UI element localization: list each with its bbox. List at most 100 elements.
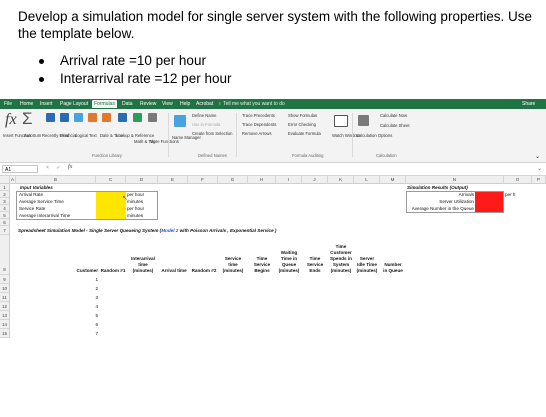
trace-precedents-button[interactable]: Trace Precedents xyxy=(242,113,275,118)
math-trig-icon[interactable] xyxy=(133,113,142,122)
customer-1[interactable]: 1 xyxy=(80,276,98,283)
tell-me-box[interactable]: ♀ Tell me what you want to do xyxy=(218,101,285,107)
tab-file[interactable]: File xyxy=(4,101,12,107)
ribbon: fx Σ Insert Function AutoSum Recently Us… xyxy=(0,109,546,163)
watch-window-icon[interactable] xyxy=(334,115,348,127)
text-button[interactable]: Text xyxy=(89,133,97,138)
group-separator xyxy=(236,113,237,157)
name-box[interactable]: A1 xyxy=(2,165,38,173)
row-header-13[interactable]: 13 xyxy=(0,311,10,320)
trace-dependents-button[interactable]: Trace Dependents xyxy=(242,122,276,127)
col-header-j[interactable]: J xyxy=(302,176,328,184)
row-header-11[interactable]: 11 xyxy=(0,293,10,302)
define-name-button[interactable]: Define Name xyxy=(192,113,216,118)
customer-7[interactable]: 7 xyxy=(80,330,98,337)
customer-5[interactable]: 5 xyxy=(80,312,98,319)
model-2-link[interactable]: Model 2 xyxy=(161,228,178,233)
row-header-4[interactable]: 4 xyxy=(0,205,10,212)
spreadsheet-grid[interactable]: A B C D E F G H I J K L M N O P 1 2 3 4 … xyxy=(0,176,546,417)
formula-bar: A1 × ✓ fx ⌄ xyxy=(0,163,546,176)
expand-formula-bar-icon[interactable]: ⌄ xyxy=(537,165,542,172)
show-formulas-button[interactable]: Show Formulas xyxy=(288,113,317,118)
col-header-f[interactable]: F xyxy=(188,176,218,184)
calculation-options-icon[interactable] xyxy=(358,115,369,126)
tab-acrobat[interactable]: Acrobat xyxy=(196,101,213,107)
tab-help[interactable]: Help xyxy=(180,101,190,107)
select-all-corner[interactable] xyxy=(0,176,10,184)
row-header-9[interactable]: 9 xyxy=(0,275,10,284)
row-header-3[interactable]: 3 xyxy=(0,198,10,205)
error-checking-button[interactable]: Error Checking xyxy=(288,122,316,127)
row-header-1[interactable]: 1 xyxy=(0,184,10,191)
autosum-icon[interactable]: Σ xyxy=(22,109,33,129)
instructions-text: Develop a simulation model for single se… xyxy=(18,9,532,41)
header-service-time-l3: (minutes) xyxy=(222,268,244,273)
col-header-l[interactable]: L xyxy=(354,176,380,184)
autosum-button[interactable]: AutoSum xyxy=(24,133,41,138)
col-header-h[interactable]: H xyxy=(248,176,276,184)
row-header-12[interactable]: 12 xyxy=(0,302,10,311)
use-in-formula-button[interactable]: Use in Formula xyxy=(192,122,220,127)
remove-arrows-button[interactable]: Remove Arrows xyxy=(242,131,272,136)
col-header-o[interactable]: O xyxy=(504,176,532,184)
tab-review[interactable]: Review xyxy=(140,101,156,107)
customer-6[interactable]: 6 xyxy=(80,321,98,328)
col-header-b[interactable]: B xyxy=(16,176,96,184)
logical-icon[interactable] xyxy=(74,113,83,122)
col-header-k[interactable]: K xyxy=(328,176,354,184)
customer-4[interactable]: 4 xyxy=(80,303,98,310)
customer-2[interactable]: 2 xyxy=(80,285,98,292)
row-header-2[interactable]: 2 xyxy=(0,191,10,198)
col-header-m[interactable]: M xyxy=(380,176,406,184)
name-manager-icon[interactable] xyxy=(174,115,186,127)
lookup-button[interactable]: Lookup & Reference xyxy=(116,133,154,138)
collapse-ribbon-icon[interactable]: ⌄ xyxy=(535,153,540,160)
col-header-p[interactable]: P xyxy=(532,176,546,184)
row-header-15[interactable]: 15 xyxy=(0,329,10,338)
tab-home[interactable]: Home xyxy=(20,101,33,107)
property-list: Arrival rate =10 per hour Interarrival r… xyxy=(36,52,231,88)
calculation-options-button[interactable]: Calculation Options xyxy=(356,133,392,138)
row-header-14[interactable]: 14 xyxy=(0,320,10,329)
excel-window: File Home Insert Page Layout Formulas Da… xyxy=(0,99,546,417)
insert-function-icon[interactable]: fx xyxy=(5,111,17,129)
customer-3[interactable]: 3 xyxy=(80,294,98,301)
watch-window-button[interactable]: Watch Window xyxy=(332,133,360,138)
col-header-n[interactable]: N xyxy=(406,176,504,184)
calculate-sheet-button[interactable]: Calculate Sheet xyxy=(380,123,410,128)
col-header-e[interactable]: E xyxy=(158,176,188,184)
results-value-cells[interactable] xyxy=(475,192,503,212)
row-header-6[interactable]: 6 xyxy=(0,219,10,226)
header-interarrival-l3: (minutes) xyxy=(132,268,154,273)
row-header-7[interactable]: 7 xyxy=(0,226,10,235)
row-header-8[interactable]: 8 xyxy=(0,235,10,275)
tab-view[interactable]: View xyxy=(162,101,173,107)
tab-insert[interactable]: Insert xyxy=(40,101,53,107)
group-calculation: Calculation xyxy=(376,153,397,158)
date-time-icon[interactable] xyxy=(102,113,111,122)
col-header-g[interactable]: G xyxy=(218,176,248,184)
col-header-d[interactable]: D xyxy=(126,176,158,184)
tab-data[interactable]: Data xyxy=(122,101,133,107)
financial-icon[interactable] xyxy=(60,113,69,122)
create-from-selection-button[interactable]: Create from Selection xyxy=(192,131,233,136)
logical-button[interactable]: Logical xyxy=(75,133,88,138)
insert-function-button[interactable]: Insert Function xyxy=(3,133,31,138)
formula-buttons[interactable]: × ✓ xyxy=(46,165,64,171)
col-header-c[interactable]: C xyxy=(96,176,126,184)
name-manager-button[interactable]: Name Manager xyxy=(172,135,201,140)
more-functions-icon[interactable] xyxy=(148,113,157,122)
row-header-10[interactable]: 10 xyxy=(0,284,10,293)
evaluate-formula-button[interactable]: Evaluate Formula xyxy=(288,131,321,136)
row-header-5[interactable]: 5 xyxy=(0,212,10,219)
fx-icon[interactable]: fx xyxy=(68,164,72,170)
calculate-now-button[interactable]: Calculate Now xyxy=(380,113,407,118)
lookup-icon[interactable] xyxy=(118,113,127,122)
recently-used-icon[interactable] xyxy=(46,113,55,122)
result-label-utilization: Server Utilization xyxy=(439,199,474,204)
share-button[interactable]: Share xyxy=(522,101,535,107)
col-header-i[interactable]: I xyxy=(276,176,302,184)
tab-page-layout[interactable]: Page Layout xyxy=(60,101,88,107)
tab-formulas[interactable]: Formulas xyxy=(92,100,117,108)
text-icon[interactable] xyxy=(88,113,97,122)
